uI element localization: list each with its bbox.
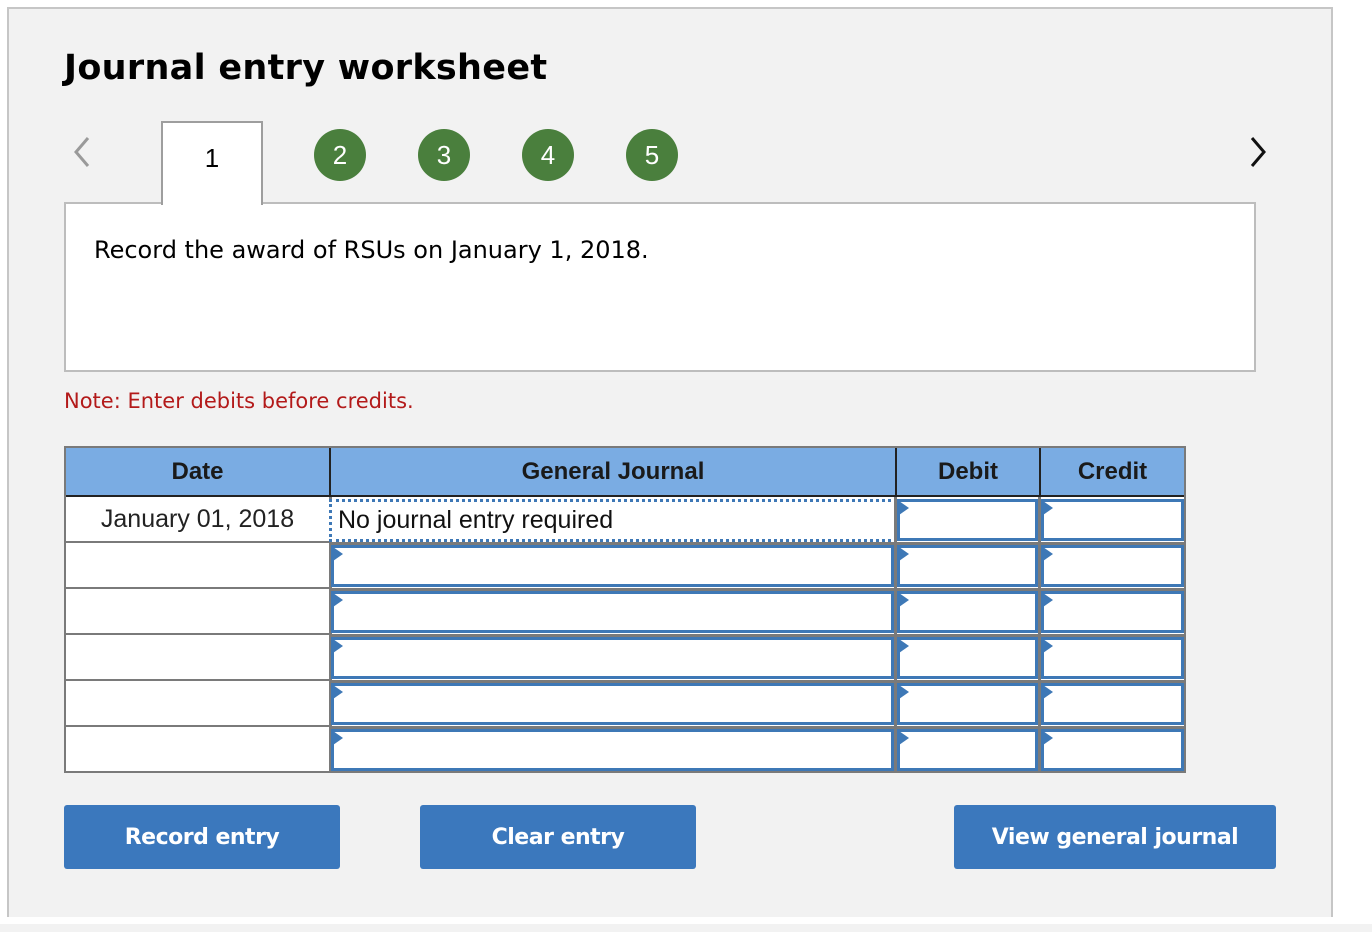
dropdown-marker-icon (1043, 639, 1053, 653)
credit-input[interactable] (1041, 545, 1184, 587)
date-cell[interactable] (66, 589, 329, 635)
chevron-right-icon (1250, 137, 1266, 167)
date-cell[interactable] (66, 543, 329, 589)
account-input[interactable] (331, 729, 894, 771)
date-cell[interactable] (66, 727, 329, 773)
dropdown-marker-icon (1043, 501, 1053, 515)
dropdown-marker-icon (333, 639, 343, 653)
dropdown-marker-icon (333, 593, 343, 607)
debit-input[interactable] (897, 683, 1038, 725)
row-divider (329, 680, 1186, 683)
credit-input[interactable] (1041, 637, 1184, 679)
credit-input[interactable] (1041, 729, 1184, 771)
row-divider (329, 542, 1186, 545)
header-debit: Debit (897, 448, 1039, 497)
dropdown-marker-icon (333, 685, 343, 699)
step-tab-3[interactable]: 3 (418, 129, 470, 181)
date-cell[interactable] (66, 681, 329, 727)
credit-input[interactable] (1041, 591, 1184, 633)
step-tab-4[interactable]: 4 (522, 129, 574, 181)
account-input[interactable] (331, 545, 894, 587)
debit-input[interactable] (897, 499, 1038, 541)
step-tab-5[interactable]: 5 (626, 129, 678, 181)
page-title: Journal entry worksheet (64, 48, 548, 88)
debit-input[interactable] (897, 545, 1038, 587)
account-input[interactable] (331, 591, 894, 633)
date-cell[interactable] (66, 635, 329, 681)
clear-entry-button[interactable]: Clear entry (420, 805, 696, 869)
step-tab-2[interactable]: 2 (314, 129, 366, 181)
note-text: Note: Enter debits before credits. (64, 389, 414, 413)
question-text: Record the award of RSUs on January 1, 2… (94, 236, 649, 264)
debit-input[interactable] (897, 729, 1038, 771)
debit-input[interactable] (897, 637, 1038, 679)
dropdown-marker-icon (1043, 547, 1053, 561)
header-date: Date (66, 448, 329, 497)
journal-table: Date General Journal Debit Credit Januar… (64, 446, 1186, 773)
row-divider (329, 588, 1186, 591)
dropdown-marker-icon (899, 639, 909, 653)
row-divider (329, 726, 1186, 729)
dropdown-marker-icon (899, 731, 909, 745)
previous-button[interactable] (68, 134, 96, 170)
dropdown-marker-icon (899, 501, 909, 515)
dropdown-marker-icon (1043, 731, 1053, 745)
step-tab-1[interactable]: 1 (161, 121, 263, 205)
question-box: Record the award of RSUs on January 1, 2… (64, 202, 1256, 372)
next-button[interactable] (1244, 134, 1272, 170)
debit-input[interactable] (897, 591, 1038, 633)
date-cell: January 01, 2018 (66, 497, 329, 543)
chevron-left-icon (74, 137, 90, 167)
dropdown-marker-icon (1043, 593, 1053, 607)
header-general-journal: General Journal (331, 448, 895, 497)
dropdown-marker-icon (333, 547, 343, 561)
dropdown-marker-icon (1043, 685, 1053, 699)
account-select[interactable]: No journal entry required (329, 499, 897, 542)
credit-input[interactable] (1041, 683, 1184, 725)
header-credit: Credit (1041, 448, 1184, 497)
dropdown-marker-icon (333, 731, 343, 745)
dropdown-marker-icon (899, 593, 909, 607)
bottom-strip (0, 924, 1372, 932)
credit-input[interactable] (1041, 499, 1184, 541)
account-input[interactable] (331, 637, 894, 679)
row-divider (329, 634, 1186, 637)
dropdown-marker-icon (899, 685, 909, 699)
record-entry-button[interactable]: Record entry (64, 805, 340, 869)
view-general-journal-button[interactable]: View general journal (954, 805, 1276, 869)
dropdown-marker-icon (899, 547, 909, 561)
account-input[interactable] (331, 683, 894, 725)
